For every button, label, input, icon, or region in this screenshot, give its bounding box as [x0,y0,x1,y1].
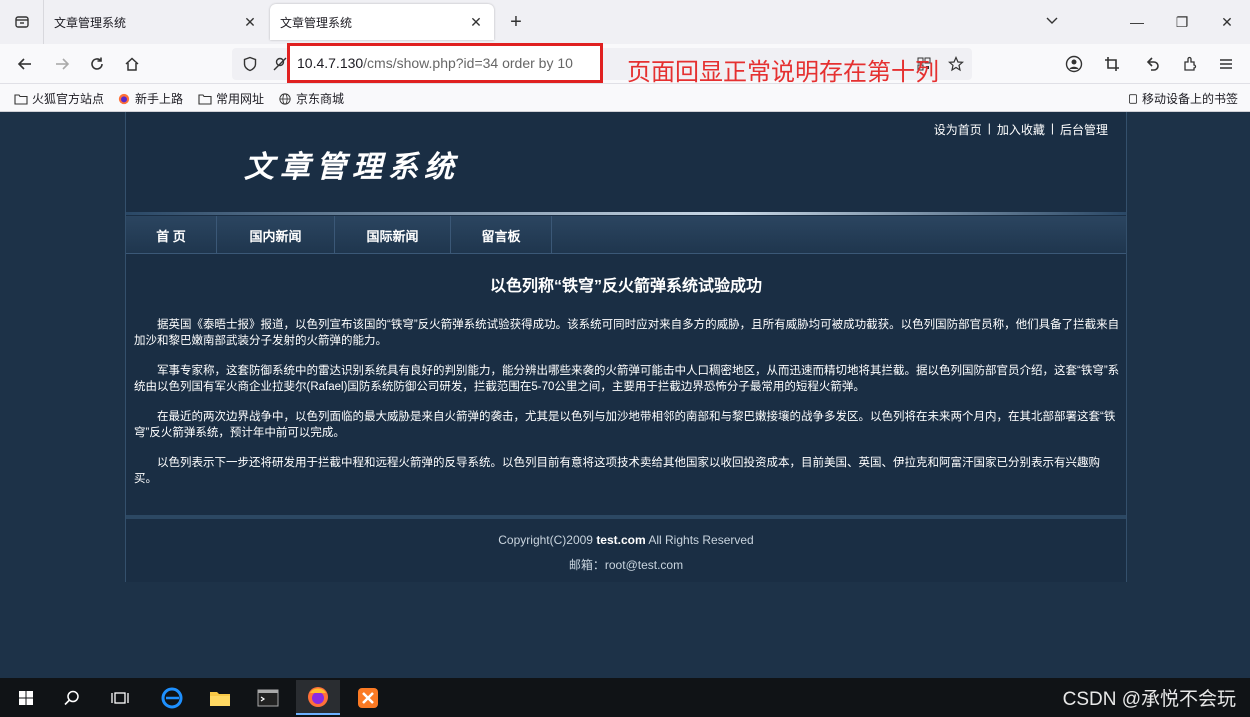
close-window-button[interactable]: ✕ [1215,10,1239,34]
new-tab-button[interactable]: + [504,10,528,34]
reload-button[interactable] [85,52,109,76]
file-explorer-icon[interactable] [198,680,242,715]
top-links: 设为首页 | 加入收藏 | 后台管理 [934,121,1108,138]
bookmark-item[interactable]: 常用网址 [198,90,264,107]
bookmark-label: 新手上路 [135,92,184,106]
bookmark-label: 火狐官方站点 [32,92,105,106]
windows-start-icon[interactable] [4,680,48,715]
home-icon [125,57,139,71]
back-arrow-icon [17,58,31,70]
mobile-bookmarks-item[interactable]: 移动设备上的书签 [1128,90,1238,107]
tab-inactive[interactable]: 文章管理系统 ✕ [44,4,268,40]
separator: | [1050,121,1054,135]
firefox-icon[interactable] [296,680,340,715]
tab-overview-button[interactable] [0,0,44,44]
menu-international-news[interactable]: 国际新闻 [335,216,451,254]
article-paragraph: 在最近的两次边界战争中，以色列面临的最大威胁是来自火箭弹的袭击，尤其是以色列与加… [134,411,1116,439]
main-menu: 首 页 国内新闻 国际新闻 留言板 [126,216,1126,254]
tab-close-icon[interactable]: ✕ [242,14,258,31]
extensions-icon[interactable] [1178,52,1202,76]
add-favorite-link[interactable]: 加入收藏 [997,121,1045,138]
site-container: 设为首页 | 加入收藏 | 后台管理 文章管理系统 首 页 国内新闻 国际新闻 … [125,112,1127,582]
home-button[interactable] [120,52,144,76]
bookmark-item[interactable]: 京东商城 [278,90,344,107]
bookmark-label: 常用网址 [216,92,265,106]
url-path: /cms/show.php?id=34 order by 10 [363,55,573,71]
bookmark-star-icon[interactable] [944,52,968,76]
menu-domestic-news[interactable]: 国内新闻 [217,216,335,254]
article-paragraph: 军事专家称，这套防御系统中的雷达识别系统具有良好的判别能力，能分辨出哪些来袭的火… [134,365,1120,393]
undo-arrow-icon[interactable] [1140,52,1164,76]
bookmarks-toolbar: 火狐官方站点 新手上路 常用网址 京东商城 移动设备上的书签 [0,84,1250,112]
tab-close-icon[interactable]: ✕ [468,14,484,31]
bookmark-label: 移动设备上的书签 [1142,92,1239,106]
set-homepage-link[interactable]: 设为首页 [934,121,982,138]
chevron-down-icon[interactable] [1040,10,1064,34]
article-paragraph: 据英国《泰晤士报》报道，以色列宣布该国的“铁穹”反火箭弹系统试验获得成功。该系统… [134,319,1120,347]
web-page: 设为首页 | 加入收藏 | 后台管理 文章管理系统 首 页 国内新闻 国际新闻 … [0,112,1250,678]
bookmark-item[interactable]: 火狐官方站点 [14,90,104,107]
url-input[interactable]: 10.4.7.130/cms/show.php?id=34 order by 1… [287,43,603,83]
separator: | [987,121,991,135]
menu-home[interactable]: 首 页 [126,216,217,254]
windows-taskbar: CSDN @承悦不会玩 [0,678,1250,717]
task-view-icon[interactable] [98,680,142,715]
restore-button[interactable]: ❐ [1170,10,1194,34]
article-body: 据英国《泰晤士报》报道，以色列宣布该国的“铁穹”反火箭弹系统试验获得成功。该系统… [134,317,1120,501]
article-paragraph: 以色列表示下一步还将研发用于拦截中程和远程火箭弹的反导系统。以色列目前有意将这项… [134,457,1100,485]
contact-email: 邮箱：root@test.com [568,558,684,572]
folder-icon [14,93,28,105]
xampp-icon[interactable] [346,680,390,715]
forward-button[interactable] [50,52,74,76]
folder-icon [198,93,212,105]
tab-active[interactable]: 文章管理系统 ✕ [270,4,494,40]
copyright-text: Copyright(C)2009 test.com All Rights Res… [126,533,1126,547]
header-divider [126,212,1126,215]
url-host: 10.4.7.130 [297,55,364,71]
terminal-icon[interactable] [246,680,290,715]
bookmark-item[interactable]: 新手上路 [117,90,183,107]
tab-bar: 文章管理系统 ✕ 文章管理系统 ✕ + — ❐ ✕ [0,0,1250,44]
menu-message-board[interactable]: 留言板 [451,216,552,254]
csdn-watermark: CSDN @承悦不会玩 [1062,689,1236,710]
copyright-suffix: All Rights Reserved [645,533,754,547]
back-button[interactable] [13,52,37,76]
globe-icon [279,92,291,105]
menu-hamburger-icon[interactable] [1214,52,1238,76]
shield-icon[interactable] [238,52,262,76]
mobile-device-icon [1129,93,1137,104]
edge-icon[interactable] [150,680,194,715]
bookmark-label: 京东商城 [296,92,345,106]
reload-icon [91,57,103,70]
site-logo-title: 文章管理系统 [244,150,460,185]
site-footer: Copyright(C)2009 test.com All Rights Res… [126,515,1126,582]
copyright-site: test.com [596,533,646,547]
search-icon[interactable] [50,680,94,715]
tab-title: 文章管理系统 [54,15,127,30]
screenshot-crop-icon[interactable] [1100,52,1124,76]
forward-arrow-icon [56,58,70,70]
minimize-button[interactable]: — [1125,10,1149,34]
admin-link[interactable]: 后台管理 [1060,121,1108,138]
account-icon[interactable] [1062,52,1086,76]
article-title: 以色列称“铁穹”反火箭弹系统试验成功 [489,278,762,295]
copyright-prefix: Copyright(C)2009 [498,533,597,547]
list-all-tabs-icon [14,16,29,28]
tab-title: 文章管理系统 [280,15,353,30]
navigation-toolbar [0,44,1250,84]
firefox-logo-icon [118,93,130,104]
